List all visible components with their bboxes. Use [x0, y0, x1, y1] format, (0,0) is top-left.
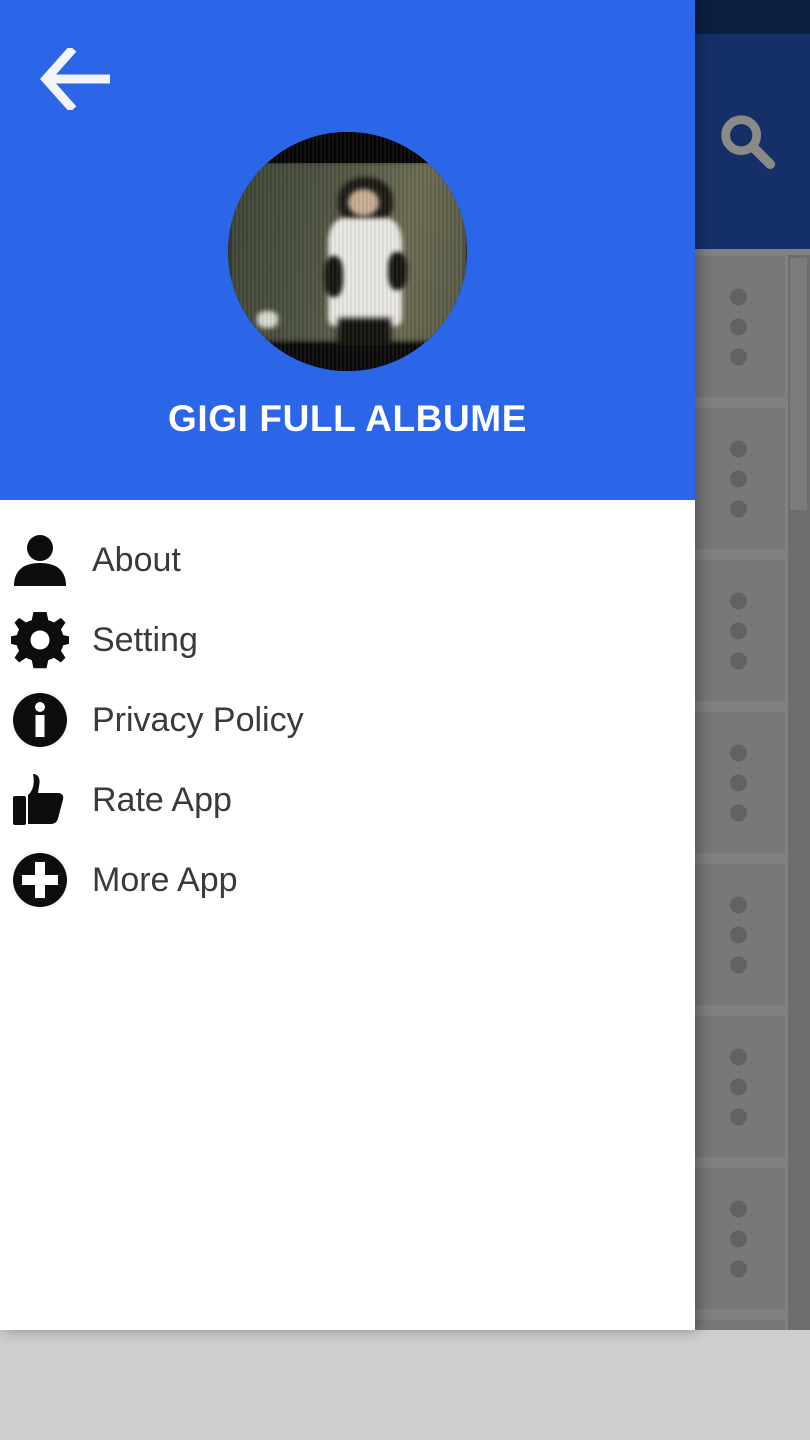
more-vertical-icon[interactable]: [730, 288, 747, 365]
more-vertical-icon[interactable]: [730, 1048, 747, 1125]
drawer-menu: About Setting Privacy Policy Rate App Mo…: [0, 500, 695, 920]
thumbs-up-icon: [10, 770, 70, 830]
menu-item-more-app[interactable]: More App: [0, 840, 695, 920]
menu-item-privacy-policy[interactable]: Privacy Policy: [0, 680, 695, 760]
avatar: [228, 132, 467, 371]
scrollbar-thumb[interactable]: [790, 258, 807, 510]
app-screen: T: [0, 0, 810, 1440]
plus-circle-icon: [10, 850, 70, 910]
arrow-left-icon[interactable]: [40, 48, 114, 110]
more-vertical-icon[interactable]: [730, 440, 747, 517]
more-vertical-icon[interactable]: [730, 1200, 747, 1277]
info-circle-icon: [10, 690, 70, 750]
menu-item-label: About: [92, 541, 181, 579]
system-navigation-bar: [0, 1330, 810, 1440]
more-vertical-icon[interactable]: [730, 592, 747, 669]
search-icon[interactable]: [716, 110, 778, 172]
menu-item-rate-app[interactable]: Rate App: [0, 760, 695, 840]
menu-item-label: Privacy Policy: [92, 701, 304, 739]
gear-icon: [10, 610, 70, 670]
menu-item-label: Rate App: [92, 781, 232, 819]
menu-item-setting[interactable]: Setting: [0, 600, 695, 680]
more-vertical-icon[interactable]: [730, 896, 747, 973]
navigation-drawer: GIGI FULL ALBUME About Setting Privacy P…: [0, 0, 695, 1330]
menu-item-label: More App: [92, 861, 238, 899]
page-title: GIGI FULL ALBUME: [167, 398, 528, 439]
menu-item-about[interactable]: About: [0, 520, 695, 600]
person-icon: [10, 530, 70, 590]
menu-item-label: Setting: [92, 621, 198, 659]
drawer-header: GIGI FULL ALBUME: [0, 0, 695, 500]
more-vertical-icon[interactable]: [730, 744, 747, 821]
